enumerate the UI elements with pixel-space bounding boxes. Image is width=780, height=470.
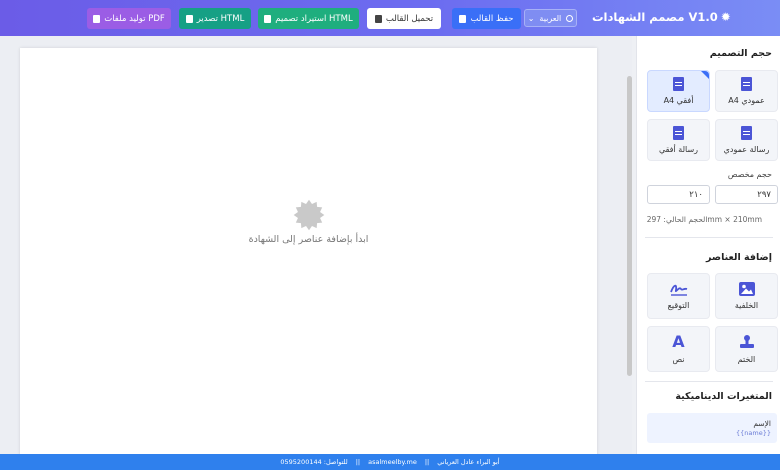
add-background-button[interactable]: الخلفية — [715, 273, 778, 319]
export-html-button[interactable]: تصدير HTML — [179, 8, 251, 29]
file-pdf-icon — [93, 14, 101, 23]
current-size-text: الحجم الحالي: 297mm × 210mm — [646, 215, 762, 224]
folder-open-icon — [374, 14, 382, 23]
generate-pdf-button[interactable]: توليد ملفات PDF — [87, 8, 171, 29]
dynamic-variables-title: المتغيرات الديناميكية — [675, 391, 772, 402]
element-label: التوقيع — [667, 301, 690, 310]
top-toolbar: توليد ملفات PDF تصدير HTML استيراد تصميم… — [0, 0, 780, 36]
language-select[interactable]: ⌄ العربية — [524, 9, 577, 27]
file-import-icon — [264, 14, 272, 23]
footer-separator: || — [424, 458, 430, 466]
download-icon — [185, 14, 193, 23]
add-stamp-button[interactable]: الختم — [715, 326, 778, 372]
signature-icon — [669, 284, 687, 296]
size-letter-landscape[interactable]: رسالة أفقي — [647, 119, 710, 161]
size-option-label: رسالة أفقي — [658, 145, 699, 154]
import-html-label: استيراد تصميم HTML — [275, 13, 353, 24]
language-label: العربية — [539, 13, 562, 23]
app-title: مصمم الشهادات V1.0 ✹ — [592, 10, 731, 24]
add-elements-title: إضافة العناصر — [705, 252, 772, 263]
size-a4-portrait[interactable]: A4 عمودي — [715, 70, 778, 112]
element-label: الختم — [737, 355, 756, 364]
variable-item[interactable]: الإسم {{name}} — [647, 413, 777, 443]
chevron-down-icon: ⌄ — [527, 13, 535, 23]
footer-bar: للتواصل: 0595200144 || asalmeelby.me || … — [0, 454, 780, 470]
footer-separator: || — [355, 458, 361, 466]
variable-code: {{name}} — [736, 429, 771, 437]
certificate-canvas[interactable]: ابدأ بإضافة عناصر إلى الشهادة — [20, 48, 597, 468]
add-signature-button[interactable]: التوقيع — [647, 273, 710, 319]
file-icon — [741, 126, 752, 140]
canvas-area: ابدأ بإضافة عناصر إلى الشهادة — [0, 36, 632, 468]
export-html-label: تصدير HTML — [196, 13, 245, 24]
divider — [645, 237, 773, 238]
footer-contact: للتواصل: 0595200144 — [280, 458, 348, 466]
element-label: الخلفية — [734, 301, 759, 310]
size-a4-landscape[interactable]: A4 أفقي — [647, 70, 710, 112]
globe-icon — [566, 14, 574, 22]
divider — [645, 381, 773, 382]
image-icon — [738, 282, 755, 296]
width-input[interactable] — [715, 185, 778, 204]
size-letter-portrait[interactable]: رسالة عمودي — [715, 119, 778, 161]
footer-website[interactable]: asalmeelby.me — [368, 458, 417, 466]
certificate-icon: ✹ — [720, 10, 731, 24]
generate-pdf-label: توليد ملفات PDF — [104, 13, 165, 24]
load-template-button[interactable]: تحميل القالب — [367, 8, 441, 29]
variable-name: الإسم — [753, 419, 771, 428]
element-label: نص — [672, 355, 685, 364]
load-template-label: تحميل القالب — [385, 13, 434, 24]
file-icon — [741, 77, 752, 91]
empty-canvas-message: ابدأ بإضافة عناصر إلى الشهادة — [248, 234, 369, 245]
size-option-label: A4 عمودي — [728, 96, 765, 105]
size-option-label: رسالة عمودي — [723, 145, 770, 154]
file-icon — [673, 77, 684, 91]
import-html-button[interactable]: استيراد تصميم HTML — [258, 8, 359, 29]
app-title-text: مصمم الشهادات V1.0 — [592, 10, 718, 24]
canvas-scrollbar[interactable] — [627, 76, 632, 376]
height-input[interactable] — [647, 185, 710, 204]
design-size-title: حجم التصميم — [709, 48, 772, 59]
save-template-label: حفظ القالب — [470, 13, 514, 24]
stamp-icon — [739, 335, 754, 348]
file-icon — [673, 126, 684, 140]
save-template-button[interactable]: حفظ القالب — [452, 8, 521, 29]
size-option-label: A4 أفقي — [663, 96, 694, 105]
text-icon: A — [672, 332, 685, 351]
settings-panel: حجم التصميم A4 عمودي A4 أفقي رسالة عمودي… — [636, 36, 780, 454]
save-icon — [459, 14, 467, 23]
footer-author: أبو البراء عادل العرياني — [437, 458, 500, 466]
custom-size-label: حجم مخصص — [727, 170, 772, 179]
certificate-seal-icon — [293, 199, 325, 231]
add-text-button[interactable]: A نص — [647, 326, 710, 372]
